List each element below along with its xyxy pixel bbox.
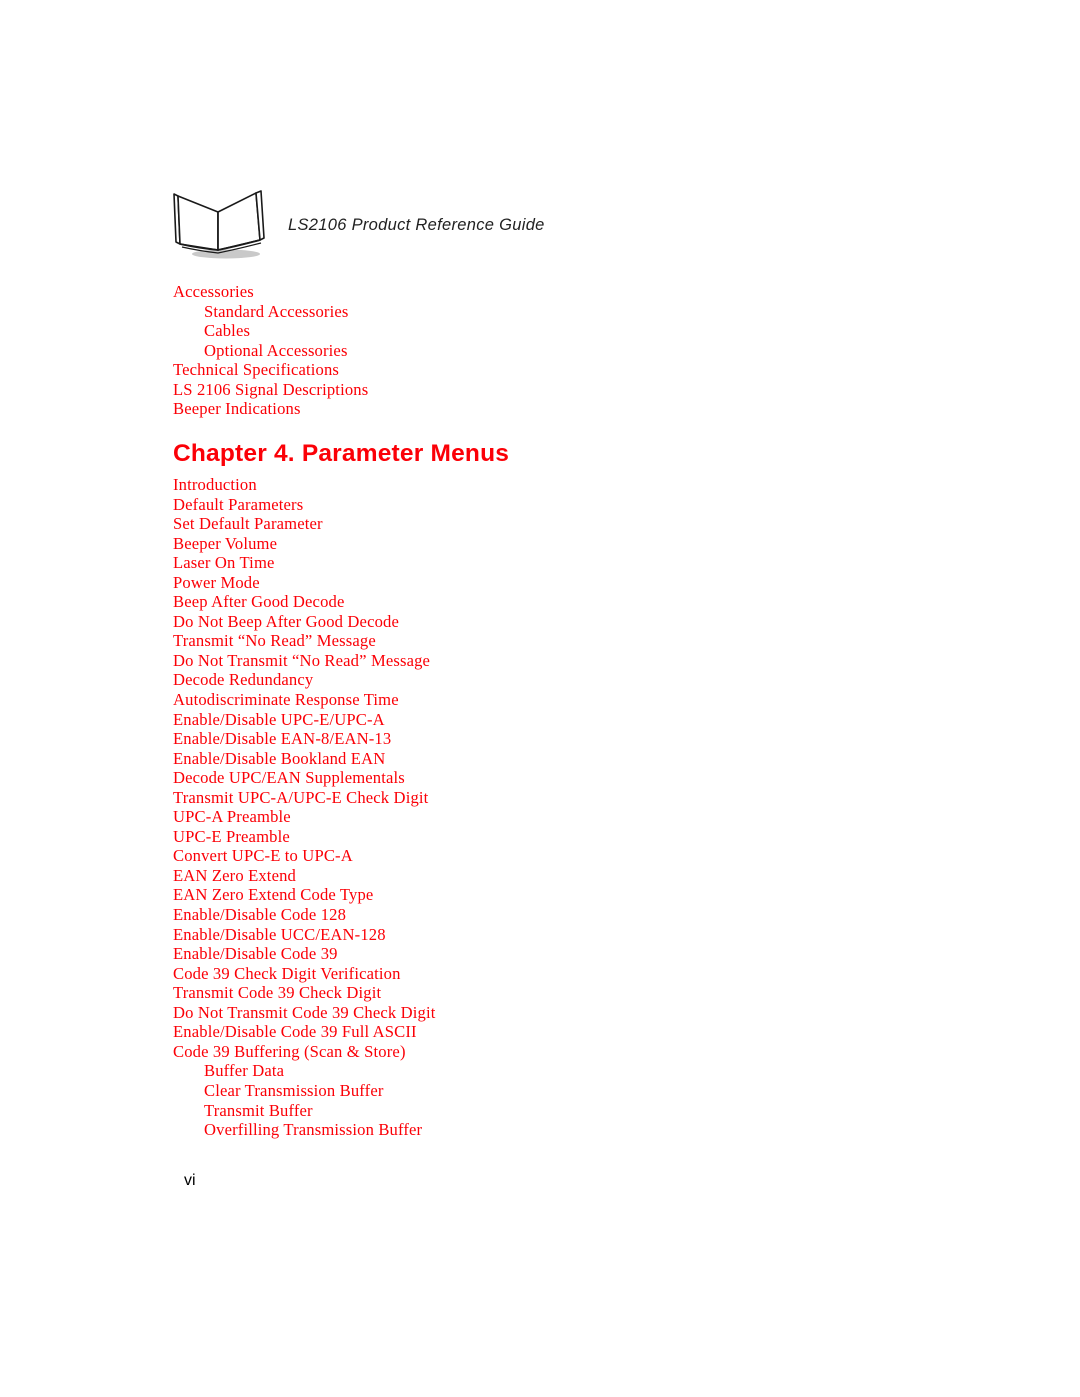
toc-entry[interactable]: Laser On Time xyxy=(173,553,973,573)
toc-entry[interactable]: Autodiscriminate Response Time xyxy=(173,690,973,710)
toc-entry[interactable]: Decode UPC/EAN Supplementals xyxy=(173,768,973,788)
toc-entry[interactable]: Enable/Disable EAN-8/EAN-13 xyxy=(173,729,973,749)
toc-entry[interactable]: Beeper Volume xyxy=(173,534,973,554)
toc-list-chapter4: Introduction Default Parameters Set Defaul… xyxy=(173,475,973,1140)
toc-entry[interactable]: Beep After Good Decode xyxy=(173,592,973,612)
toc-entry[interactable]: Transmit Code 39 Check Digit xyxy=(173,983,973,1003)
toc-entry[interactable]: UPC-A Preamble xyxy=(173,807,973,827)
toc-entry[interactable]: Transmit “No Read” Message xyxy=(173,631,973,651)
toc-entry[interactable]: Standard Accessories xyxy=(173,302,973,322)
toc-entry[interactable]: Enable/Disable UPC-E/UPC-A xyxy=(173,710,973,730)
toc-list-continued: Accessories Standard Accessories Cables Opt… xyxy=(173,282,973,419)
toc-entry[interactable]: Enable/Disable Code 39 Full ASCII xyxy=(173,1022,973,1042)
toc-entry[interactable]: Enable/Disable Bookland EAN xyxy=(173,749,973,769)
toc-entry[interactable]: EAN Zero Extend xyxy=(173,866,973,886)
toc-entry[interactable]: Optional Accessories xyxy=(173,341,973,361)
toc-entry[interactable]: Transmit Buffer xyxy=(173,1101,973,1121)
page-number: vi xyxy=(184,1172,196,1189)
toc-entry[interactable]: Beeper Indications xyxy=(173,399,973,419)
toc-entry[interactable]: Cables xyxy=(173,321,973,341)
toc-entry[interactable]: Enable/Disable UCC/EAN-128 xyxy=(173,925,973,945)
toc-entry[interactable]: Clear Transmission Buffer xyxy=(173,1081,973,1101)
toc-entry[interactable]: LS 2106 Signal Descriptions xyxy=(173,380,973,400)
toc-entry[interactable]: Decode Redundancy xyxy=(173,670,973,690)
toc-entry[interactable]: UPC-E Preamble xyxy=(173,827,973,847)
toc-entry[interactable]: Code 39 Buffering (Scan & Store) xyxy=(173,1042,973,1062)
open-book-icon xyxy=(173,190,265,259)
toc-entry[interactable]: Technical Specifications xyxy=(173,360,973,380)
document-page: LS2106 Product Reference Guide Accessori… xyxy=(0,0,1080,1397)
toc-entry[interactable]: Set Default Parameter xyxy=(173,514,973,534)
toc-entry[interactable]: Introduction xyxy=(173,475,973,495)
toc-entry[interactable]: Buffer Data xyxy=(173,1061,973,1081)
toc-entry[interactable]: Enable/Disable Code 128 xyxy=(173,905,973,925)
toc-entry[interactable]: Power Mode xyxy=(173,573,973,593)
toc-entry[interactable]: Convert UPC-E to UPC-A xyxy=(173,846,973,866)
toc-entry[interactable]: Code 39 Check Digit Verification xyxy=(173,964,973,984)
toc-entry[interactable]: EAN Zero Extend Code Type xyxy=(173,885,973,905)
toc-entry[interactable]: Do Not Transmit “No Read” Message xyxy=(173,651,973,671)
header-title: LS2106 Product Reference Guide xyxy=(288,215,545,234)
chapter-heading: Chapter 4. Parameter Menus xyxy=(173,440,510,467)
toc-entry[interactable]: Do Not Transmit Code 39 Check Digit xyxy=(173,1003,973,1023)
toc-entry[interactable]: Overfilling Transmission Buffer xyxy=(173,1120,973,1140)
toc-entry[interactable]: Enable/Disable Code 39 xyxy=(173,944,973,964)
toc-entry[interactable]: Accessories xyxy=(173,282,973,302)
page-header: LS2106 Product Reference Guide xyxy=(168,188,545,262)
toc-entry[interactable]: Transmit UPC-A/UPC-E Check Digit xyxy=(173,788,973,808)
toc-entry[interactable]: Default Parameters xyxy=(173,495,973,515)
toc-entry[interactable]: Do Not Beep After Good Decode xyxy=(173,612,973,632)
